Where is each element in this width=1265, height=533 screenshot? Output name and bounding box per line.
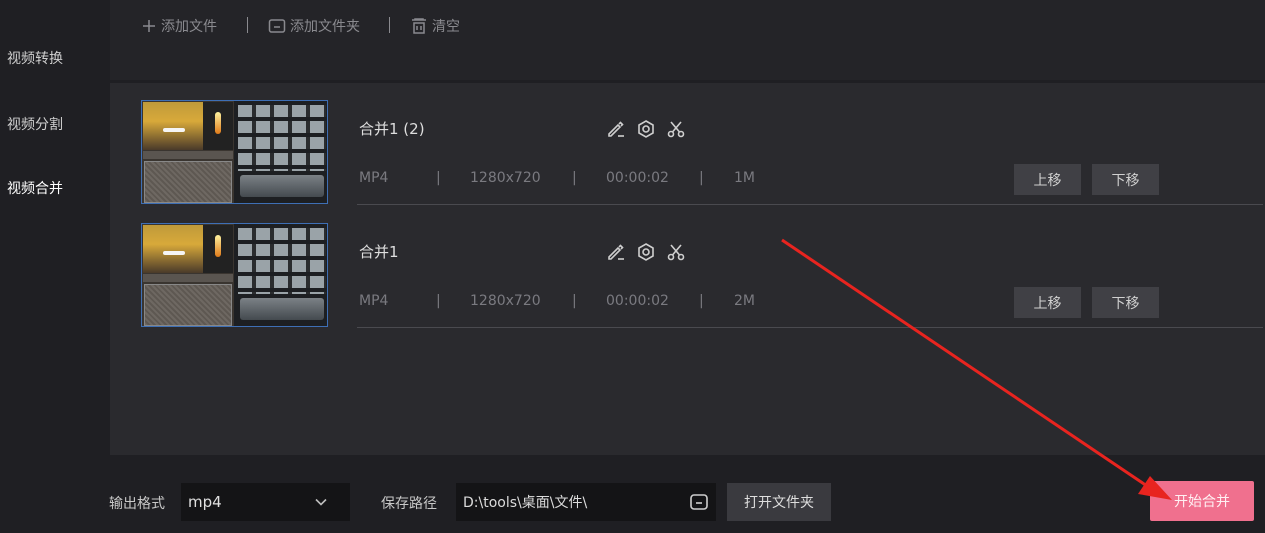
- add-file-label: 添加文件: [161, 19, 217, 35]
- clear-button[interactable]: 清空: [410, 15, 460, 37]
- meta-separator: |: [572, 170, 577, 186]
- add-file-button[interactable]: 添加文件: [141, 15, 217, 37]
- add-folder-label: 添加文件夹: [290, 19, 360, 35]
- file-row[interactable]: 合并1 (2) MP4 | 1280x720 | 00:00:02 | 1M 上…: [140, 83, 1263, 205]
- meta-separator: |: [699, 293, 704, 309]
- file-name: 合并1 (2): [359, 120, 425, 138]
- rename-pencil-icon[interactable]: [605, 118, 627, 140]
- move-up-button[interactable]: 上移: [1014, 164, 1081, 195]
- settings-icon[interactable]: [635, 118, 657, 140]
- file-duration: 00:00:02: [606, 293, 669, 309]
- sidebar: 视频转换 视频分割 视频合并: [0, 0, 110, 533]
- open-folder-button[interactable]: 打开文件夹: [727, 483, 831, 521]
- row-divider: [357, 327, 1263, 328]
- file-size: 1M: [734, 170, 755, 186]
- meta-separator: |: [572, 293, 577, 309]
- row-divider: [357, 204, 1263, 205]
- toolbar-divider: [389, 17, 390, 33]
- trash-icon: [412, 18, 426, 34]
- file-size: 2M: [734, 293, 755, 309]
- file-format: MP4: [359, 170, 389, 186]
- sidebar-item-video-merge[interactable]: 视频合并: [7, 178, 63, 198]
- file-list: 合并1 (2) MP4 | 1280x720 | 00:00:02 | 1M 上…: [110, 83, 1265, 455]
- browse-folder-icon[interactable]: [689, 493, 709, 511]
- file-name: 合并1: [359, 243, 399, 261]
- add-folder-button[interactable]: 添加文件夹: [268, 15, 360, 37]
- start-merge-button[interactable]: 开始合并: [1150, 481, 1254, 521]
- settings-icon[interactable]: [635, 241, 657, 263]
- sidebar-item-video-convert[interactable]: 视频转换: [7, 48, 63, 68]
- meta-separator: |: [436, 170, 441, 186]
- file-format: MP4: [359, 293, 389, 309]
- chevron-down-icon: [315, 498, 327, 506]
- sidebar-item-video-split[interactable]: 视频分割: [7, 114, 63, 134]
- scissors-icon[interactable]: [665, 241, 687, 263]
- folder-icon: [268, 19, 286, 33]
- toolbar-divider: [247, 17, 248, 33]
- move-down-button[interactable]: 下移: [1092, 287, 1159, 318]
- file-meta: MP4 | 1280x720 | 00:00:02 | 1M: [359, 170, 755, 186]
- save-path-value: D:\tools\桌面\文件\: [463, 495, 588, 511]
- file-resolution: 1280x720: [470, 293, 541, 309]
- video-thumbnail: [141, 223, 328, 327]
- file-resolution: 1280x720: [470, 170, 541, 186]
- output-format-label: 输出格式: [109, 496, 165, 512]
- output-format-value: mp4: [188, 493, 222, 511]
- save-path-field[interactable]: D:\tools\桌面\文件\: [456, 483, 716, 521]
- move-up-button[interactable]: 上移: [1014, 287, 1081, 318]
- file-row[interactable]: 合并1 MP4 | 1280x720 | 00:00:02 | 2M 上移 下移: [140, 206, 1263, 328]
- toolbar: 添加文件 添加文件夹 清空: [110, 0, 1265, 80]
- clear-label: 清空: [432, 19, 460, 35]
- plus-icon: [143, 20, 155, 32]
- file-duration: 00:00:02: [606, 170, 669, 186]
- meta-separator: |: [699, 170, 704, 186]
- video-thumbnail: [141, 100, 328, 204]
- scissors-icon[interactable]: [665, 118, 687, 140]
- save-path-label: 保存路径: [381, 496, 437, 512]
- meta-separator: |: [436, 293, 441, 309]
- video-merge-app: 视频转换 视频分割 视频合并 添加文件 添加文件夹 清空 合并1 (2) MP4…: [0, 0, 1265, 533]
- output-format-select[interactable]: mp4: [181, 483, 350, 521]
- move-down-button[interactable]: 下移: [1092, 164, 1159, 195]
- rename-pencil-icon[interactable]: [605, 241, 627, 263]
- file-meta: MP4 | 1280x720 | 00:00:02 | 2M: [359, 293, 755, 309]
